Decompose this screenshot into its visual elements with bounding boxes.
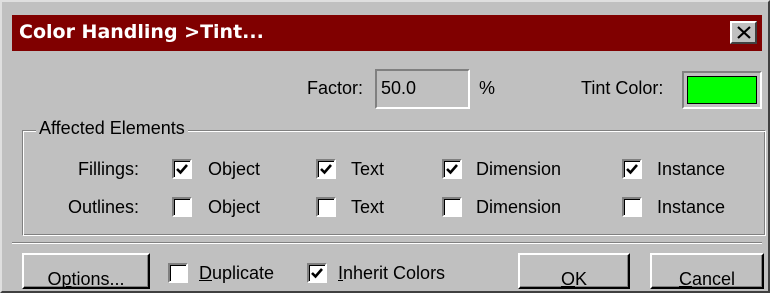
duplicate-label-mnemonic: D [199,263,212,283]
inherit-label-text: nherit Colors [343,263,446,283]
outlines-dimension-label: Dimension [476,197,562,217]
fillings-dimension-label: Dimension [476,159,562,179]
options-button-label: Options... [47,262,124,289]
title-bar: Color Handling >Tint... [12,15,762,51]
affected-elements-group [22,130,766,236]
fillings-text-checkbox[interactable] [316,159,336,179]
outlines-object-label: Object [208,197,261,217]
ok-label-text: K [575,269,588,289]
ok-button[interactable]: OK [518,253,630,289]
cancel-label-mnemonic: C [678,269,692,289]
inherit-colors-checkbox[interactable] [307,263,327,283]
outlines-text-checkbox[interactable] [316,197,336,217]
factor-input[interactable]: 50.0 [375,69,470,109]
fillings-object-label: Object [208,159,261,179]
close-icon [737,26,751,39]
duplicate-checkbox[interactable] [168,263,188,283]
outlines-text-label: Text [351,197,385,217]
outlines-dimension-checkbox[interactable] [442,197,462,217]
tint-color-fill [687,76,757,104]
tint-dialog: Color Handling >Tint... Factor: 50.0 % T… [0,0,770,293]
factor-value: 50.0 [381,78,417,98]
checkmark-icon [320,164,332,175]
options-label-end: tions... [71,269,125,289]
duplicate-label: Duplicate [199,263,274,284]
fillings-object-checkbox[interactable] [172,159,192,179]
tint-color-label: Tint Color: [581,78,664,98]
outlines-object-checkbox[interactable] [172,197,192,217]
cancel-button[interactable]: Cancel [650,253,764,289]
outlines-instance-checkbox[interactable] [622,197,642,217]
checkmark-icon [311,268,323,279]
duplicate-label-text: uplicate [212,263,275,283]
outlines-instance-label: Instance [657,197,726,217]
fillings-instance-label: Instance [657,159,726,179]
factor-unit: % [479,78,496,98]
dialog-title: Color Handling >Tint... [19,21,264,43]
cancel-button-label: Cancel [679,262,735,289]
checkmark-icon [176,164,188,175]
tint-color-swatch[interactable] [682,71,762,109]
close-button[interactable] [730,21,757,44]
factor-label: Factor: [307,78,364,98]
fillings-label: Fillings: [78,159,140,179]
options-button[interactable]: Options... [22,253,150,289]
fillings-dimension-checkbox[interactable] [442,159,462,179]
ok-button-label: OK [561,262,587,289]
outlines-label: Outlines: [68,197,140,217]
options-label-start: O [47,269,62,289]
ok-label-mnemonic: O [560,269,575,289]
cancel-label-text: ancel [691,269,736,289]
inherit-colors-label: Inherit Colors [338,263,445,284]
checkmark-icon [446,164,458,175]
checkmark-icon [626,164,638,175]
footer-divider [12,242,762,244]
options-label-mnemonic: p [61,269,72,289]
fillings-text-label: Text [351,159,385,179]
fillings-instance-checkbox[interactable] [622,159,642,179]
affected-elements-legend: Affected Elements [36,118,188,139]
